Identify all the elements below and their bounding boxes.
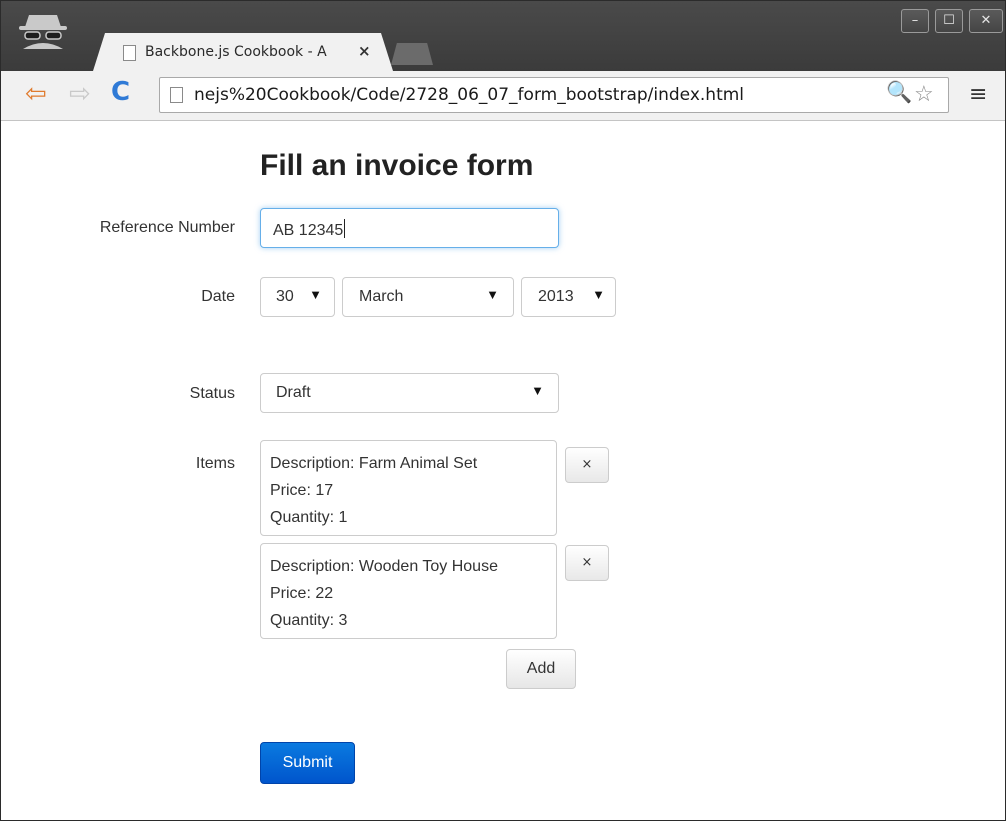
- incognito-icon: [19, 15, 67, 49]
- month-select[interactable]: March ▼: [342, 277, 514, 317]
- submit-button[interactable]: Submit: [260, 742, 355, 784]
- item-price: Price: 22: [270, 585, 334, 602]
- month-value: March: [359, 288, 404, 305]
- caret-down-icon: ▼: [309, 287, 322, 302]
- menu-icon[interactable]: ≡: [969, 82, 987, 107]
- new-tab-button[interactable]: [391, 43, 433, 65]
- minimize-button[interactable]: –: [901, 9, 929, 33]
- caret-down-icon: ▼: [531, 383, 544, 398]
- page-title: Fill an invoice form: [260, 149, 534, 182]
- url-text[interactable]: nejs%20Cookbook/Code/2728_06_07_form_boo…: [194, 85, 874, 105]
- reference-number-value: AB 12345: [273, 219, 346, 240]
- address-bar[interactable]: nejs%20Cookbook/Code/2728_06_07_form_boo…: [159, 77, 949, 113]
- item-quantity: Quantity: 3: [270, 612, 348, 629]
- close-window-button[interactable]: ✕: [969, 9, 1003, 33]
- maximize-button[interactable]: ☐: [935, 9, 963, 33]
- back-arrow-icon[interactable]: ⇦: [25, 79, 47, 109]
- reload-icon[interactable]: C: [111, 77, 130, 107]
- item-description: Description: Wooden Toy House: [270, 558, 498, 575]
- browser-window: Backbone.js Cookbook - A × – ☐ ✕ ⇦ ⇨ C n…: [0, 0, 1006, 821]
- tab-title: Backbone.js Cookbook - A: [145, 44, 327, 60]
- day-value: 30: [276, 288, 294, 305]
- item-card: Description: Farm Animal Set Price: 17 Q…: [260, 440, 557, 536]
- search-icon[interactable]: 🔍: [886, 81, 912, 105]
- browser-tab[interactable]: Backbone.js Cookbook - A ×: [93, 33, 393, 71]
- tab-close-button[interactable]: ×: [358, 42, 371, 60]
- page-icon: [170, 87, 183, 103]
- add-item-button[interactable]: Add: [506, 649, 576, 689]
- browser-toolbar: ⇦ ⇨ C nejs%20Cookbook/Code/2728_06_07_fo…: [1, 71, 1005, 121]
- items-label: Items: [195, 455, 235, 472]
- caret-down-icon: ▼: [486, 287, 499, 302]
- tab-strip: Backbone.js Cookbook - A × – ☐ ✕: [1, 1, 1005, 71]
- item-description: Description: Farm Animal Set: [270, 455, 478, 472]
- page-icon: [123, 45, 136, 61]
- remove-item-button[interactable]: ×: [565, 447, 609, 483]
- date-label: Date: [201, 288, 235, 305]
- item-price: Price: 17: [270, 482, 334, 499]
- remove-item-button[interactable]: ×: [565, 545, 609, 581]
- page-content: Fill an invoice form Reference Number AB…: [1, 122, 1005, 820]
- status-select[interactable]: Draft ▼: [260, 373, 559, 413]
- bookmark-star-icon[interactable]: ☆: [914, 81, 934, 107]
- caret-down-icon: ▼: [592, 287, 605, 302]
- year-value: 2013: [538, 288, 574, 305]
- item-card: Description: Wooden Toy House Price: 22 …: [260, 543, 557, 639]
- year-select[interactable]: 2013 ▼: [521, 277, 616, 317]
- reference-number-input[interactable]: AB 12345: [260, 208, 559, 248]
- item-quantity: Quantity: 1: [270, 509, 348, 526]
- forward-arrow-icon[interactable]: ⇨: [69, 79, 91, 109]
- reference-number-label: Reference Number: [99, 219, 235, 236]
- status-value: Draft: [276, 384, 311, 401]
- day-select[interactable]: 30 ▼: [260, 277, 335, 317]
- status-label: Status: [189, 385, 235, 402]
